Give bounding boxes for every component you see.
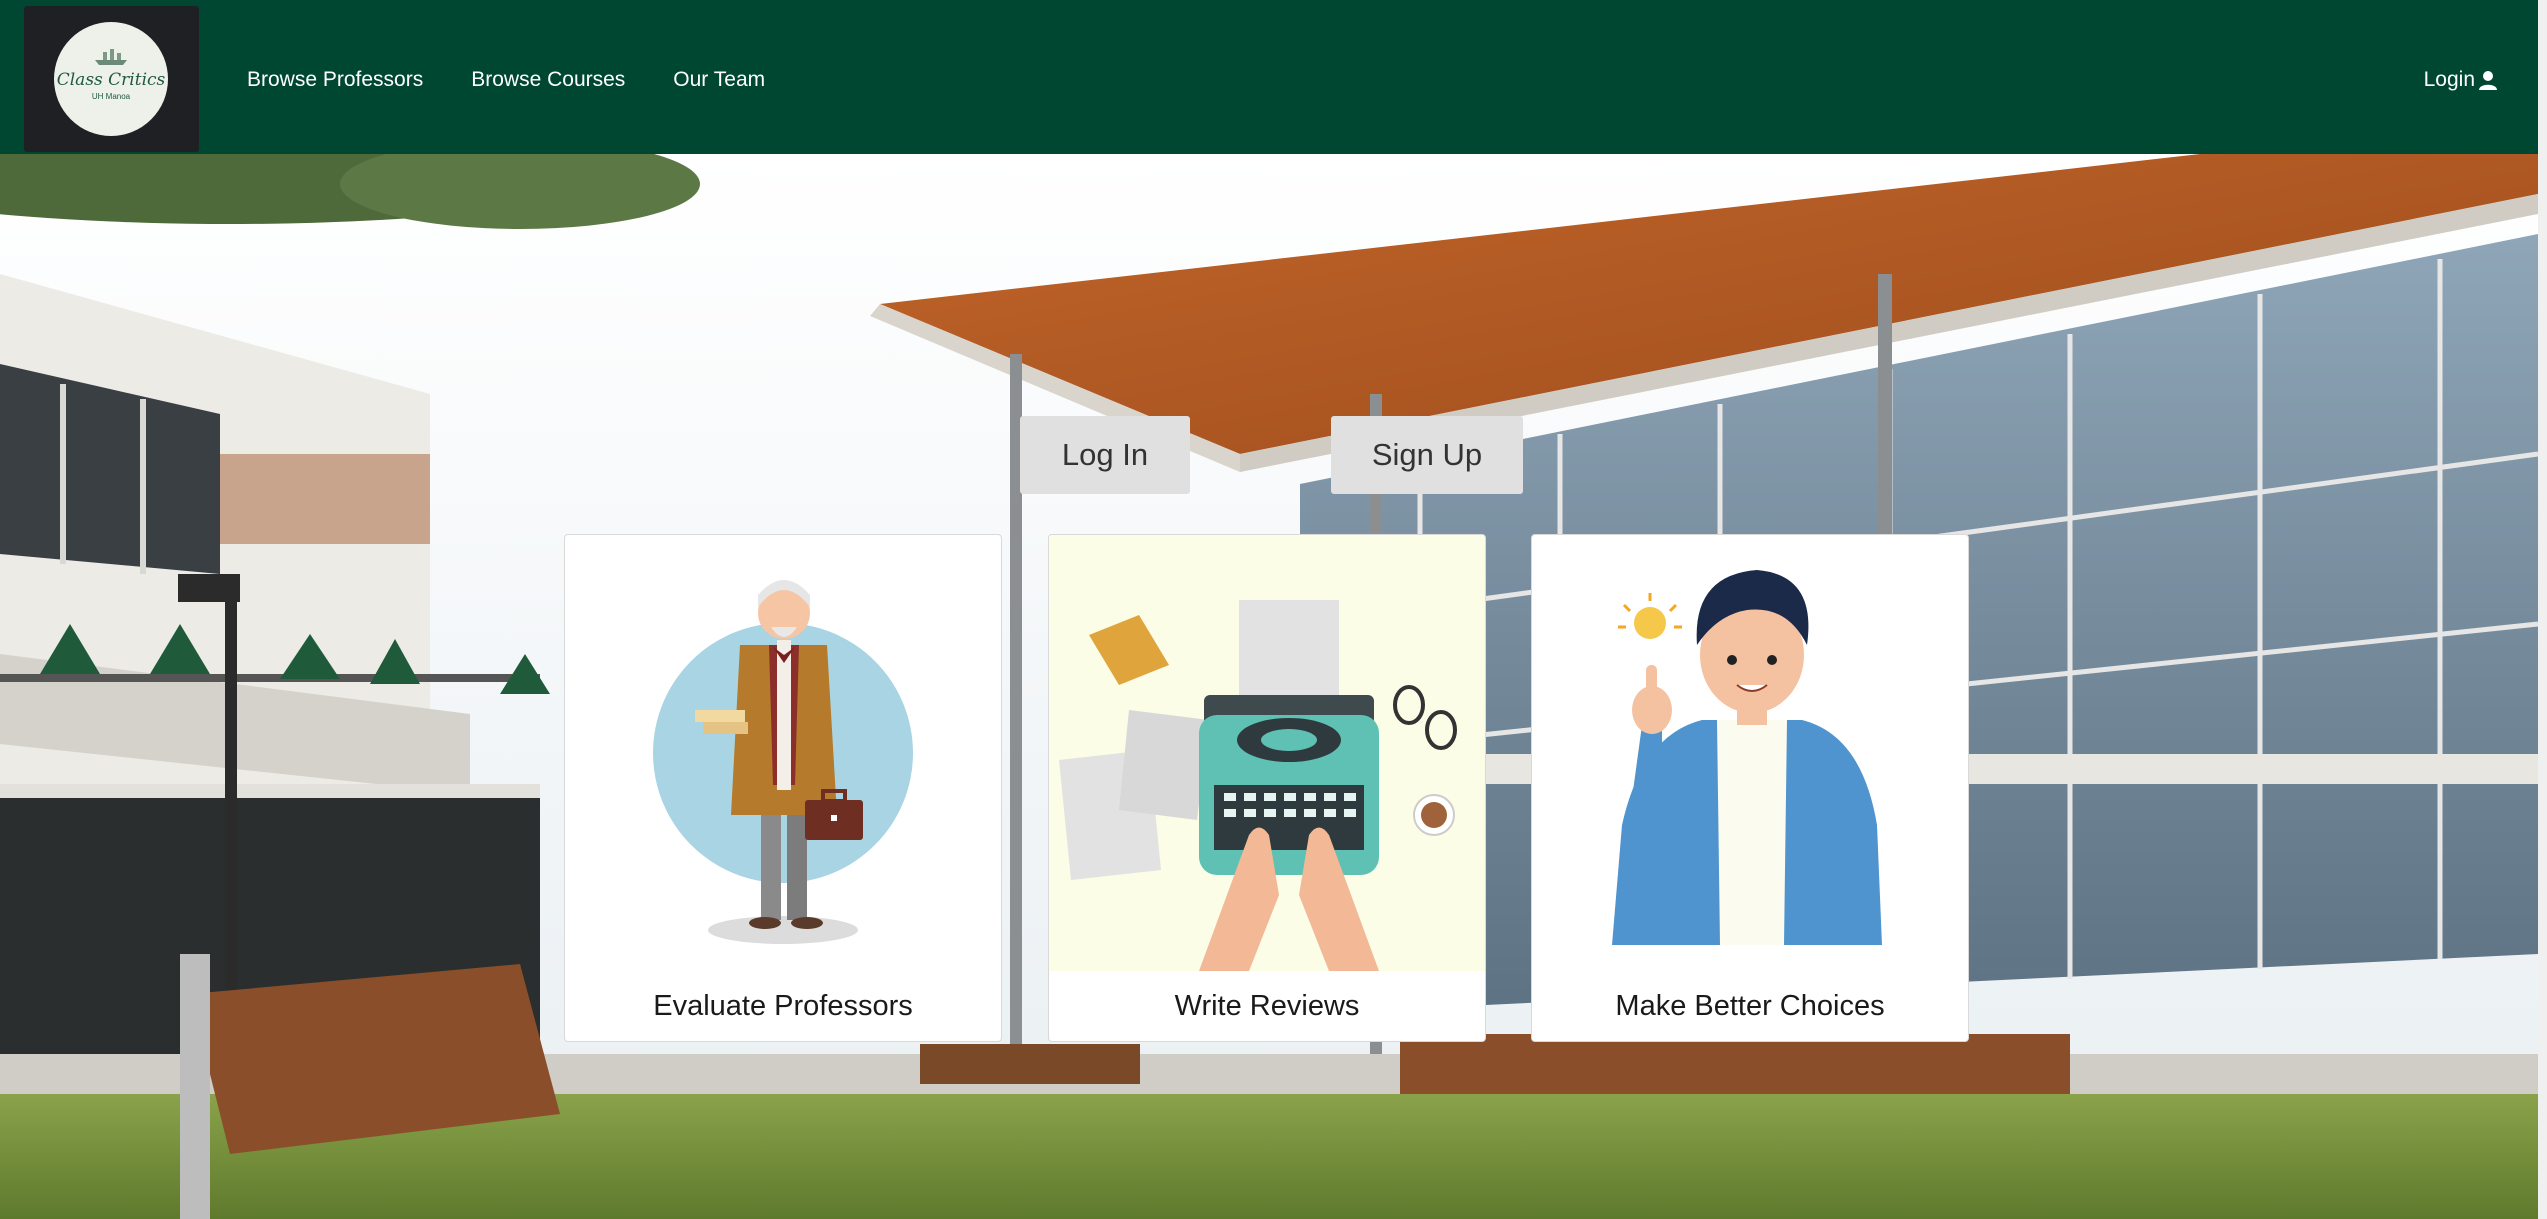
sign-up-button[interactable]: Sign Up xyxy=(1331,416,1523,494)
card-make-better-choices[interactable]: Make Better Choices xyxy=(1531,534,1969,1042)
user-icon xyxy=(2479,71,2497,90)
logo[interactable]: Class Critics UH Manoa xyxy=(24,6,199,152)
logo-emblem: Class Critics UH Manoa xyxy=(54,22,168,136)
ship-icon xyxy=(95,49,127,65)
nav-browse-courses[interactable]: Browse Courses xyxy=(471,68,625,92)
nav-browse-professors[interactable]: Browse Professors xyxy=(247,68,423,92)
nav-our-team[interactable]: Our Team xyxy=(673,68,765,92)
log-in-button[interactable]: Log In xyxy=(1020,416,1190,494)
login-label: Login xyxy=(2423,68,2475,91)
navbar: Class Critics UH Manoa Browse Professors… xyxy=(0,0,2538,154)
page-scrollbar[interactable] xyxy=(2538,0,2547,1219)
login-link[interactable]: Login xyxy=(2424,0,2498,160)
card-write-reviews[interactable]: Write Reviews xyxy=(1048,534,1486,1042)
idea-person-illustration-icon xyxy=(1612,570,1882,945)
nav-links: Browse Professors Browse Courses Our Tea… xyxy=(247,0,813,160)
card-evaluate-professors[interactable]: Evaluate Professors xyxy=(564,534,1002,1042)
card-caption: Write Reviews xyxy=(1174,990,1360,1022)
professor-illustration-icon xyxy=(653,580,913,944)
card-caption: Evaluate Professors xyxy=(653,990,913,1022)
logo-subtitle: UH Manoa xyxy=(91,92,131,101)
card-caption: Make Better Choices xyxy=(1615,990,1885,1022)
logo-title: Class Critics xyxy=(56,70,166,90)
typewriter-illustration-icon xyxy=(1049,535,1485,971)
